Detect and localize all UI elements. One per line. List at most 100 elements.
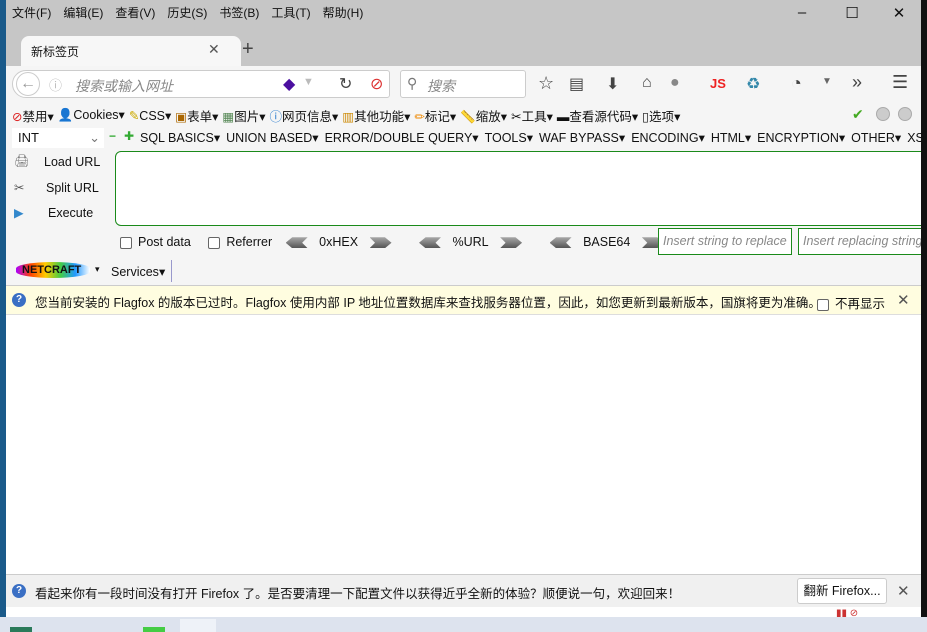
- close-window-button[interactable]: ✕: [884, 4, 914, 22]
- referrer-checkbox[interactable]: Referrer: [208, 235, 272, 249]
- menu-tools[interactable]: TOOLS▾: [485, 130, 533, 145]
- taskbar-firefox-icon[interactable]: [180, 619, 216, 632]
- cookie-icon[interactable]: ◔: [791, 73, 802, 94]
- search-input[interactable]: 搜索: [427, 76, 455, 96]
- firefox-window: 文件(F) 编辑(E) 查看(V) 历史(S) 书签(B) 工具(T) 帮助(H…: [6, 0, 921, 617]
- taskbar-app-icon[interactable]: [143, 627, 165, 632]
- menu-waf-bypass[interactable]: WAF BYPASS▾: [539, 130, 625, 145]
- url-decode-arrow-icon[interactable]: [419, 237, 441, 249]
- view-source-menu[interactable]: ▬查看源代码▾: [557, 106, 638, 125]
- resize-menu[interactable]: 📏缩放▾: [460, 106, 507, 125]
- replace-string-input[interactable]: Insert string to replace: [658, 228, 792, 255]
- menu-edit[interactable]: 编辑(E): [63, 4, 103, 21]
- overflow-icon[interactable]: »: [852, 72, 862, 93]
- close-icon[interactable]: ✕: [897, 582, 910, 600]
- menu-other[interactable]: OTHER▾: [851, 130, 901, 145]
- layers-icon[interactable]: ◆: [283, 74, 295, 94]
- menu-html[interactable]: HTML▾: [711, 130, 751, 145]
- search-box[interactable]: ⚲ 搜索: [400, 70, 526, 98]
- cookies-menu[interactable]: 👤Cookies▾: [58, 107, 125, 123]
- disable-icon: ⊘: [12, 109, 23, 124]
- info-icon[interactable]: ⓘ: [49, 75, 62, 94]
- refresh-firefox-button[interactable]: 翻新 Firefox...: [797, 578, 887, 604]
- images-menu[interactable]: ▦图片▾: [222, 106, 265, 125]
- web-developer-toolbar: ⊘禁用▾ 👤Cookies▾ ✎CSS▾ ▣表单▾ ▦图片▾ ⓘ网页信息▾ ▥其…: [6, 104, 921, 126]
- reload-icon[interactable]: ↻: [339, 74, 352, 94]
- close-icon[interactable]: ✕: [897, 291, 910, 309]
- new-tab-button[interactable]: +: [242, 38, 254, 61]
- minimize-button[interactable]: –: [787, 4, 817, 21]
- type-select[interactable]: INT ⌄: [12, 128, 104, 148]
- minus-icon[interactable]: −: [109, 129, 116, 143]
- netcraft-logo[interactable]: NETCRAFT: [16, 262, 90, 278]
- hackbar: INT ⌄ − ✚ SQL BASICS▾ UNION BASED▾ ERROR/…: [6, 126, 921, 256]
- noscript-icon[interactable]: ⊘: [370, 74, 383, 94]
- play-icon: ▶: [14, 206, 24, 220]
- url-textarea[interactable]: [115, 151, 921, 226]
- load-url-button[interactable]: 🖨 Load URL: [14, 154, 100, 169]
- url-encode-label: %URL: [452, 235, 489, 249]
- tools-menu[interactable]: ✂工具▾: [511, 106, 553, 125]
- menu-file[interactable]: 文件(F): [12, 4, 51, 21]
- maximize-button[interactable]: ☐: [837, 4, 867, 22]
- disable-menu[interactable]: ⊘禁用▾: [12, 106, 54, 125]
- url-input[interactable]: 搜索或输入网址: [75, 76, 173, 96]
- replacing-string-input[interactable]: Insert replacing string: [798, 228, 921, 255]
- base64-decode-arrow-icon[interactable]: [549, 237, 572, 249]
- taskbar-app-icon[interactable]: [10, 627, 32, 632]
- post-data-checkbox[interactable]: Post data: [120, 235, 191, 249]
- misc-menu[interactable]: ▥其他功能▾: [342, 106, 410, 125]
- services-menu[interactable]: Services▾: [111, 264, 165, 279]
- tab-new-tab[interactable]: 新标签页 ✕: [21, 36, 241, 66]
- js-toggle[interactable]: JS: [710, 76, 726, 91]
- menu-encryption[interactable]: ENCRYPTION▾: [757, 130, 845, 145]
- bookmark-star-icon[interactable]: ☆: [538, 73, 554, 94]
- menu-view[interactable]: 查看(V): [115, 4, 155, 21]
- globe-icon[interactable]: ●: [670, 74, 680, 92]
- netcraft-dropdown-icon[interactable]: ▾: [95, 264, 100, 275]
- options-menu[interactable]: ▯选项▾: [642, 106, 680, 125]
- dropdown-icon[interactable]: ▼: [822, 76, 832, 87]
- taskbar: [0, 617, 927, 632]
- forms-menu[interactable]: ▣表单▾: [175, 106, 218, 125]
- question-icon: ?: [12, 293, 26, 307]
- ruler-icon: 📏: [460, 109, 476, 124]
- chevron-down-icon: ⌄: [89, 130, 100, 145]
- outline-menu[interactable]: ✏标记▾: [414, 106, 456, 125]
- sync-icon[interactable]: ♻: [746, 74, 760, 94]
- url-bar[interactable]: ← ⓘ 搜索或输入网址 ◆ ▼ ↻: [12, 70, 390, 98]
- status-circle-icon[interactable]: [898, 107, 912, 121]
- css-menu[interactable]: ✎CSS▾: [129, 108, 171, 123]
- download-icon[interactable]: ⬇: [606, 74, 619, 94]
- dropdown-icon[interactable]: ▼: [303, 76, 314, 88]
- menu-error-double-query[interactable]: ERROR/DOUBLE QUERY▾: [325, 130, 479, 145]
- menu-history[interactable]: 历史(S): [167, 4, 207, 21]
- execute-button[interactable]: ▶ Execute: [14, 205, 93, 221]
- hex-decode-arrow-icon[interactable]: [285, 237, 308, 249]
- reading-list-icon[interactable]: ▤: [569, 74, 584, 94]
- hex-encode-arrow-icon[interactable]: [369, 237, 392, 249]
- menu-encoding[interactable]: ENCODING▾: [631, 130, 705, 145]
- menu-bookmarks[interactable]: 书签(B): [219, 4, 259, 21]
- dont-show-checkbox[interactable]: 不再显示: [817, 293, 885, 312]
- menu-xss[interactable]: XSS▾: [907, 130, 921, 145]
- menu-sql-basics[interactable]: SQL BASICS▾: [140, 130, 220, 145]
- clipboard-icon: ▣: [175, 109, 188, 124]
- home-icon[interactable]: ⌂: [642, 74, 652, 92]
- menu-help[interactable]: 帮助(H): [323, 4, 364, 21]
- url-encode-arrow-icon[interactable]: [500, 237, 523, 249]
- close-tab-icon[interactable]: ✕: [208, 41, 220, 58]
- menu-union-based[interactable]: UNION BASED▾: [226, 130, 318, 145]
- plus-icon[interactable]: ✚: [124, 129, 134, 143]
- back-icon[interactable]: ←: [16, 72, 40, 96]
- checkmark-icon[interactable]: ✔: [852, 106, 864, 123]
- user-icon: 👤: [57, 108, 74, 122]
- hamburger-menu-icon[interactable]: ☰: [892, 72, 908, 93]
- split-url-button[interactable]: ✂ Split URL: [14, 180, 99, 196]
- status-circle-icon[interactable]: [876, 107, 890, 121]
- menu-tools[interactable]: 工具(T): [271, 4, 310, 21]
- refresh-notification: ? 看起来你有一段时间没有打开 Firefox 了。是否要清理一下配置文件以获得…: [6, 574, 921, 607]
- image-icon: ▦: [222, 109, 235, 124]
- addon-bar-icons[interactable]: ▮▮ ⊘: [836, 608, 858, 617]
- page-info-menu[interactable]: ⓘ网页信息▾: [270, 106, 339, 125]
